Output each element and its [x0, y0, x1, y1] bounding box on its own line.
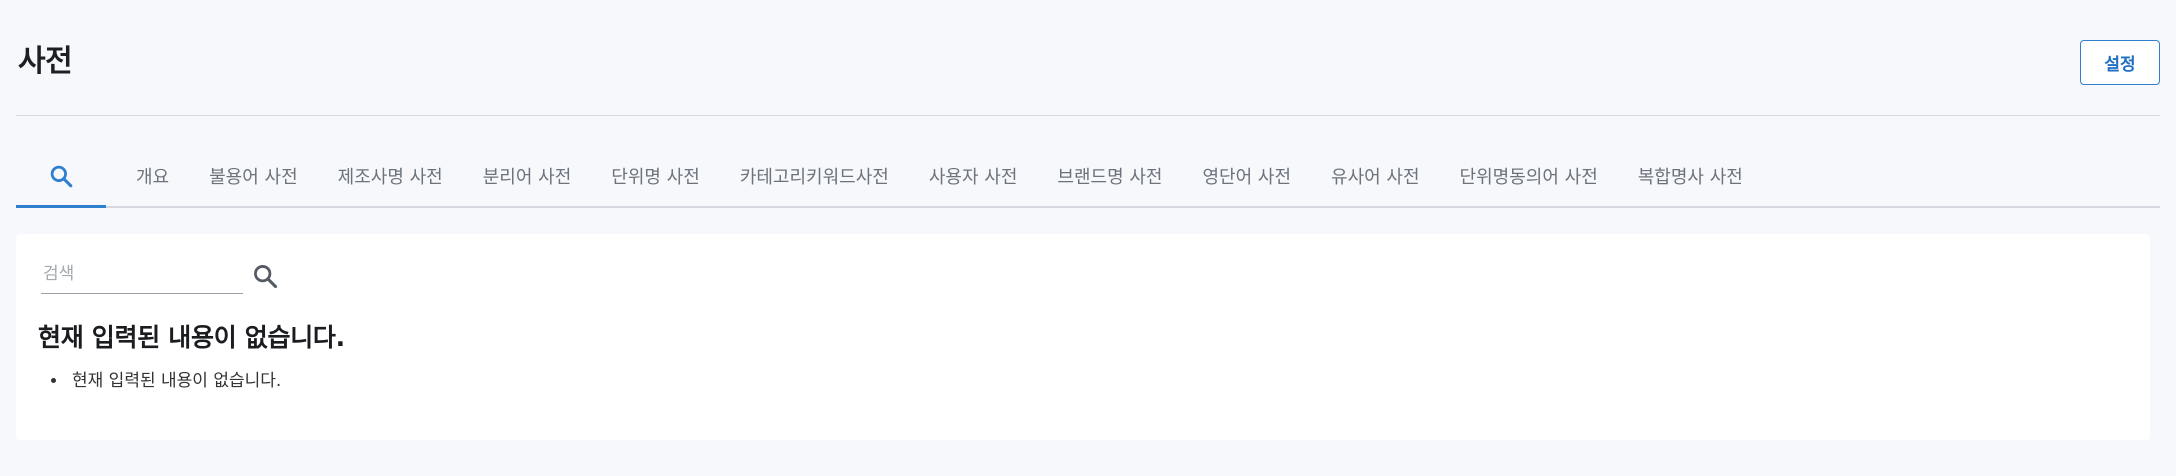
- tab-manufacturer-dictionary[interactable]: 제조사명 사전: [318, 146, 463, 206]
- empty-result-list: 현재 입력된 내용이 없습니다.: [68, 366, 281, 391]
- search-button[interactable]: [249, 260, 281, 292]
- tab-unit-synonym-dictionary[interactable]: 단위명동의어 사전: [1440, 146, 1618, 206]
- tab-search[interactable]: [16, 146, 106, 208]
- search-icon: [48, 163, 74, 189]
- search-input[interactable]: [41, 254, 243, 294]
- dictionary-page: 사전 설정 개요 불용어 사전 제조사명 사전 분리어 사전 단위명 사전 카테…: [0, 0, 2176, 476]
- empty-result-title: 현재 입력된 내용이 없습니다.: [38, 323, 345, 352]
- dictionary-tabs: 개요 불용어 사전 제조사명 사전 분리어 사전 단위명 사전 카테고리키워드사…: [16, 146, 2160, 208]
- search-panel: 현재 입력된 내용이 없습니다. 현재 입력된 내용이 없습니다.: [16, 234, 2150, 440]
- list-item: 현재 입력된 내용이 없습니다.: [68, 366, 281, 391]
- tab-overview[interactable]: 개요: [106, 146, 189, 206]
- search-icon: [254, 265, 278, 289]
- tab-stopword-dictionary[interactable]: 불용어 사전: [189, 146, 318, 206]
- tab-split-word-dictionary[interactable]: 분리어 사전: [463, 146, 592, 206]
- tab-unit-dictionary[interactable]: 단위명 사전: [591, 146, 720, 206]
- tab-user-dictionary[interactable]: 사용자 사전: [909, 146, 1038, 206]
- page-header: 사전 설정: [16, 0, 2160, 116]
- tab-compound-noun-dictionary[interactable]: 복합명사 사전: [1618, 146, 1763, 206]
- search-row: [41, 254, 281, 294]
- settings-button[interactable]: 설정: [2080, 40, 2160, 85]
- tab-brand-dictionary[interactable]: 브랜드명 사전: [1037, 146, 1182, 206]
- tab-english-word-dictionary[interactable]: 영단어 사전: [1182, 146, 1311, 206]
- tab-category-keyword-dictionary[interactable]: 카테고리키워드사전: [720, 146, 909, 206]
- tab-synonym-dictionary[interactable]: 유사어 사전: [1311, 146, 1440, 206]
- page-title: 사전: [18, 44, 73, 79]
